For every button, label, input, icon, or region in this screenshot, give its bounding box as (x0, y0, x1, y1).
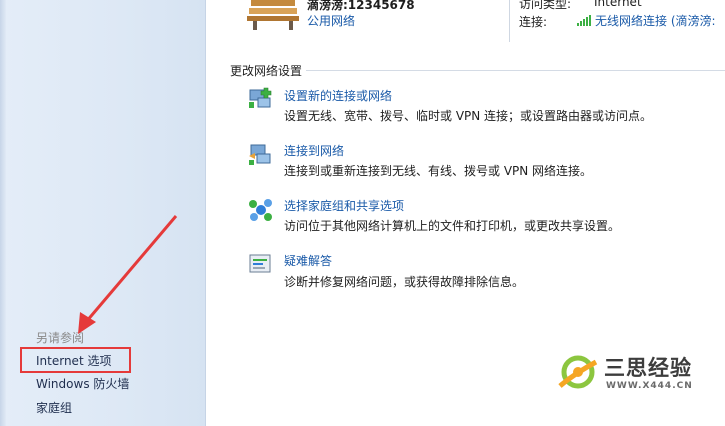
setup-new-connection-desc: 设置无线、宽带、拨号、临时或 VPN 连接；或设置路由器或访问点。 (284, 109, 653, 123)
access-type-value: Internet (594, 0, 642, 9)
homegroup-sharing-options-desc: 访问位于其他网络计算机上的文件和打印机，或更改共享设置。 (284, 219, 621, 233)
homegroup-icon (249, 199, 272, 221)
homegroup-sharing-options-link[interactable]: 选择家庭组和共享选项 (284, 197, 404, 214)
homegroup-link[interactable]: 家庭组 (36, 399, 72, 416)
see-also-heading: 另请参阅 (36, 331, 85, 345)
windows-firewall-link[interactable]: Windows 防火墙 (36, 375, 129, 392)
watermark-subtitle: WWW.X444.CN (606, 381, 693, 391)
setup-new-connection-link[interactable]: 设置新的连接或网络 (284, 87, 392, 104)
wireless-connection-link[interactable]: 无线网络连接 (滴滂滂: (595, 12, 716, 29)
header-divider (509, 0, 510, 42)
change-network-settings-heading: 更改网络设置 (230, 64, 303, 78)
wifi-signal-icon (577, 15, 591, 26)
troubleshoot-link[interactable]: 疑难解答 (284, 252, 332, 269)
watermark-title: 三思经验 (604, 356, 692, 380)
connect-to-network-link[interactable]: 连接到网络 (284, 142, 344, 159)
troubleshoot-desc: 诊断并修复网络问题，或获得故障排除信息。 (284, 275, 525, 289)
network-type-link[interactable]: 公用网络 (307, 12, 355, 29)
troubleshoot-icon (249, 254, 271, 273)
new-connection-icon (249, 87, 272, 108)
watermark-logo-icon (558, 355, 598, 389)
highlight-annotation-box (20, 347, 131, 373)
connect-to-network-desc: 连接到或重新连接到无线、有线、拨号或 VPN 网络连接。 (284, 164, 593, 178)
connect-network-icon (249, 144, 271, 165)
public-network-bench-icon (247, 0, 299, 30)
section-divider (306, 70, 725, 71)
access-type-label: 访问类型: (519, 0, 572, 11)
connection-label: 连接: (519, 15, 548, 29)
